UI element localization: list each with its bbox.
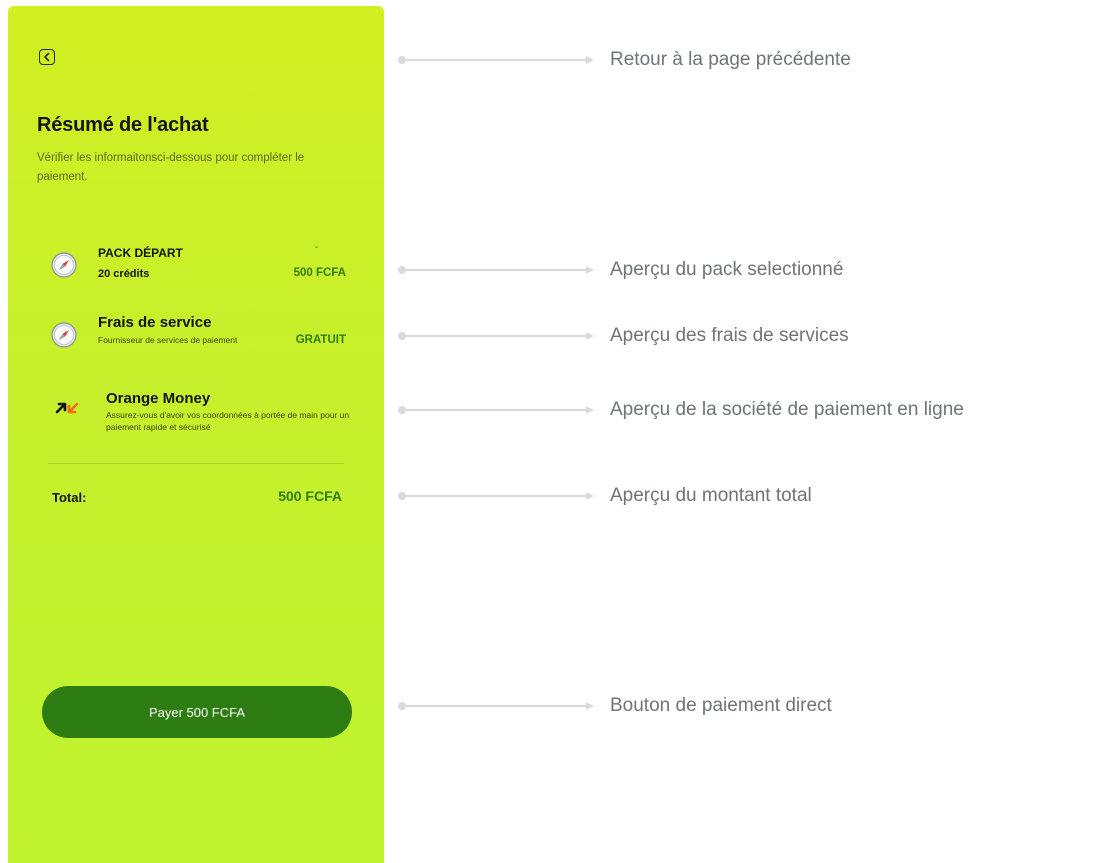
page-subtitle: Vérifier les informaitonsci-dessous pour… bbox=[37, 152, 305, 183]
annotation-text: Aperçu du pack selectionné bbox=[610, 259, 844, 280]
annotation-line bbox=[406, 59, 586, 61]
arrow-head-icon bbox=[586, 406, 594, 414]
back-button[interactable] bbox=[39, 49, 55, 65]
annotation-dot bbox=[398, 492, 406, 500]
annotation-line bbox=[406, 335, 586, 337]
page-title: Résumé de l'achat bbox=[37, 114, 209, 136]
total-value: 500 FCFA bbox=[278, 488, 342, 504]
compass-icon bbox=[51, 252, 77, 278]
annotation-dot bbox=[398, 406, 406, 414]
purchase-summary-screen: Résumé de l'achat Vérifier les informait… bbox=[8, 6, 384, 863]
annotation-back: Retour à la page précédente bbox=[398, 49, 851, 70]
annotation-dot bbox=[398, 266, 406, 274]
annotation-line bbox=[406, 269, 586, 271]
pack-amount: 500 FCFA bbox=[293, 267, 346, 279]
fees-provider: Fournisseur de services de paiement bbox=[98, 335, 238, 345]
annotation-dot bbox=[398, 702, 406, 710]
annotation-pack: Aperçu du pack selectionné bbox=[398, 259, 844, 280]
chevron-left-icon bbox=[44, 52, 50, 62]
annotation-fees: Aperçu des frais de services bbox=[398, 325, 849, 346]
compass-icon bbox=[51, 322, 77, 348]
arrow-head-icon bbox=[586, 492, 594, 500]
divider bbox=[48, 463, 344, 464]
pack-summary-row: PACK DÉPART 20 crédits - 500 FCFA bbox=[46, 242, 346, 292]
annotation-text: Aperçu des frais de services bbox=[610, 325, 849, 346]
arrow-head-icon bbox=[586, 266, 594, 274]
annotation-line bbox=[406, 409, 586, 411]
annotation-dot bbox=[398, 332, 406, 340]
provider-note: Assurez-vous d'avoir vos coordonnées à p… bbox=[106, 410, 350, 432]
provider-name: Orange Money bbox=[106, 390, 211, 407]
pack-credits: 20 crédits bbox=[98, 268, 150, 280]
annotation-text: Bouton de paiement direct bbox=[610, 695, 832, 716]
arrow-head-icon bbox=[586, 702, 594, 710]
annotation-line bbox=[406, 705, 586, 707]
total-label: Total: bbox=[52, 490, 87, 505]
pay-button[interactable]: Payer 500 FCFA bbox=[42, 686, 352, 738]
annotation-text: Aperçu de la société de paiement en lign… bbox=[610, 399, 964, 420]
payment-provider-row: Orange Money Assurez-vous d'avoir vos co… bbox=[46, 384, 349, 444]
pack-dash: - bbox=[314, 242, 318, 253]
annotation-provider: Aperçu de la société de paiement en lign… bbox=[398, 399, 964, 420]
annotation-line bbox=[406, 495, 586, 497]
fees-amount: GRATUIT bbox=[295, 334, 346, 346]
arrow-head-icon bbox=[586, 56, 594, 64]
annotation-pay-button: Bouton de paiement direct bbox=[398, 695, 832, 716]
fees-name: Frais de service bbox=[98, 314, 212, 331]
annotation-text: Aperçu du montant total bbox=[610, 485, 812, 506]
service-fees-row: Frais de service Fournisseur de services… bbox=[46, 308, 346, 364]
annotation-total: Aperçu du montant total bbox=[398, 485, 812, 506]
arrow-head-icon bbox=[586, 332, 594, 340]
annotation-text: Retour à la page précédente bbox=[610, 49, 851, 70]
orange-money-logo-icon bbox=[55, 402, 79, 414]
pack-name: PACK DÉPART bbox=[98, 246, 183, 260]
annotation-dot bbox=[398, 56, 406, 64]
